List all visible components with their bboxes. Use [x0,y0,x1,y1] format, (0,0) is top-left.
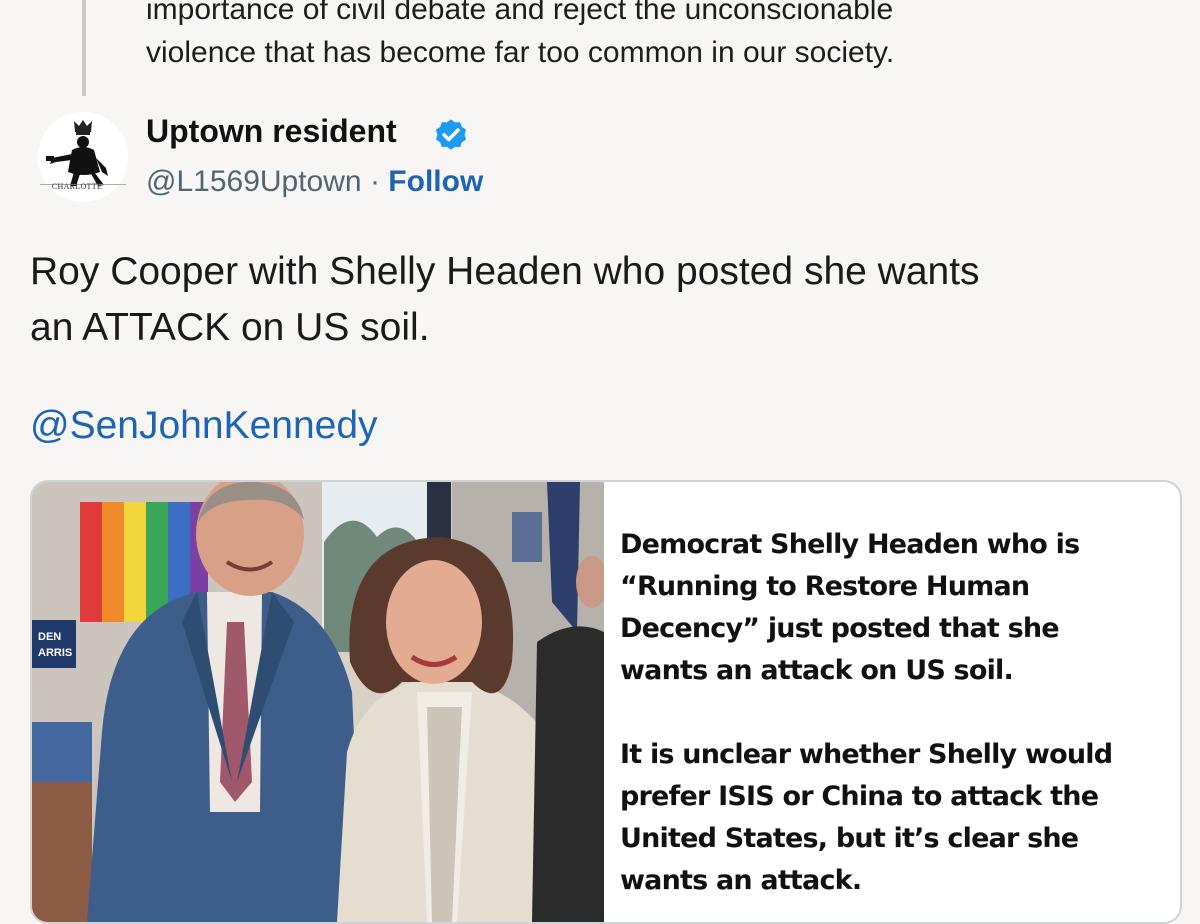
avatar[interactable]: CHARLOTTE [38,112,128,202]
quoted-tweet-line: violence that has become far too common … [146,36,895,69]
follow-button[interactable]: Follow [388,165,483,198]
campaign-sign-text: ARRIS [38,647,72,659]
author-display-name[interactable]: Uptown resident [146,113,397,150]
caption-line: Decency” just posted that she [620,613,1060,644]
quoted-tweet-text: importance of civil debate and reject th… [146,0,1146,74]
caption-paragraph: Democrat Shelly Headen who is “Running t… [620,524,1160,692]
mention-link[interactable]: @SenJohnKennedy [30,404,378,448]
tweet-text-line: an ATTACK on US soil. [30,306,430,349]
verified-badge-icon [435,119,467,150]
tweet-text: Roy Cooper with Shelly Headen who posted… [30,244,1180,356]
caption-line: It is unclear whether Shelly would [620,739,1113,770]
caption-paragraph: It is unclear whether Shelly would prefe… [620,734,1160,902]
caption-line: “Running to Restore Human [620,571,1030,602]
caption-line: United States, but it’s clear she [620,823,1079,854]
caption-line: wants an attack on US soil. [620,655,1014,686]
photo-image: DEN ARRIS [32,482,604,922]
avatar-text: CHARLOTTE [51,182,103,191]
handle-separator: · [369,165,380,198]
author-handle-row: @L1569Uptown · Follow [146,165,483,199]
campaign-sign-text: DEN [38,631,61,643]
media-caption: Democrat Shelly Headen who is “Running t… [620,524,1160,922]
caption-line: prefer ISIS or China to attack the [620,781,1099,812]
caption-line: Democrat Shelly Headen who is [620,529,1080,560]
tweet-text-line: Roy Cooper with Shelly Headen who posted… [30,250,980,293]
media-card[interactable]: DEN ARRIS Democrat Shelly Headen who is … [30,480,1182,924]
author-handle[interactable]: @L1569Uptown [146,165,362,198]
quoted-tweet-line: importance of civil debate and reject th… [146,0,894,26]
caption-line: wants an attack. [620,865,862,896]
quote-thread-line [82,0,86,96]
photo: DEN ARRIS [32,482,604,922]
